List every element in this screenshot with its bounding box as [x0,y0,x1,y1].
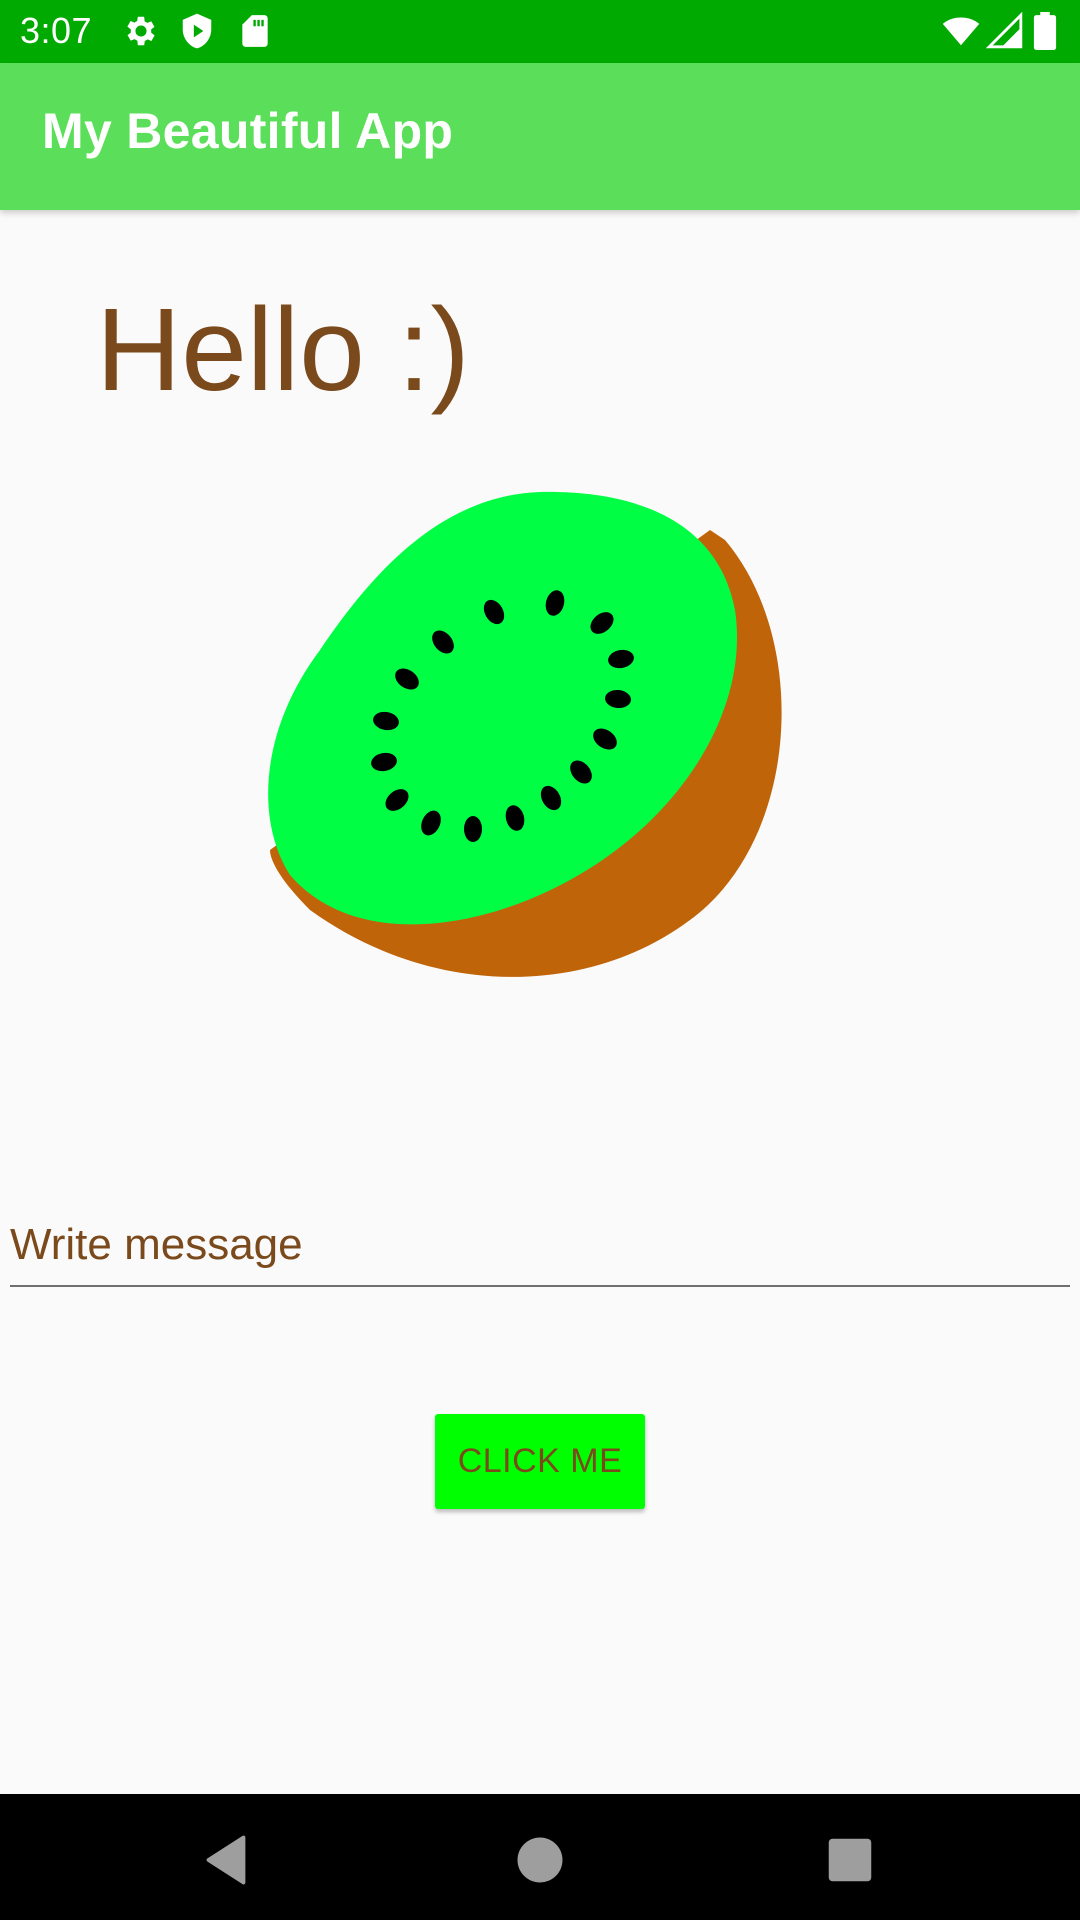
recents-icon[interactable] [820,1830,880,1890]
app-screen: 3:07 My Beautiful App Hello :) Write mes… [0,0,1080,1920]
click-me-button[interactable]: CLICK ME [435,1414,645,1509]
status-bar: 3:07 [0,0,1080,63]
navigation-bar [0,1794,1080,1920]
back-icon[interactable] [196,1830,256,1890]
status-time: 3:07 [20,10,93,51]
app-title: My Beautiful App [42,103,454,159]
shield-play-icon [178,12,216,50]
wifi-icon [942,12,980,50]
gear-icon [122,12,160,50]
greeting-text: Hello :) [96,284,470,416]
cell-signal-icon [986,12,1024,50]
message-input[interactable] [10,1205,1070,1287]
battery-icon [1030,12,1060,50]
kiwi-image [240,470,800,1010]
app-bar: My Beautiful App [0,63,1080,210]
home-icon[interactable] [510,1830,570,1890]
sd-card-icon [236,12,274,50]
